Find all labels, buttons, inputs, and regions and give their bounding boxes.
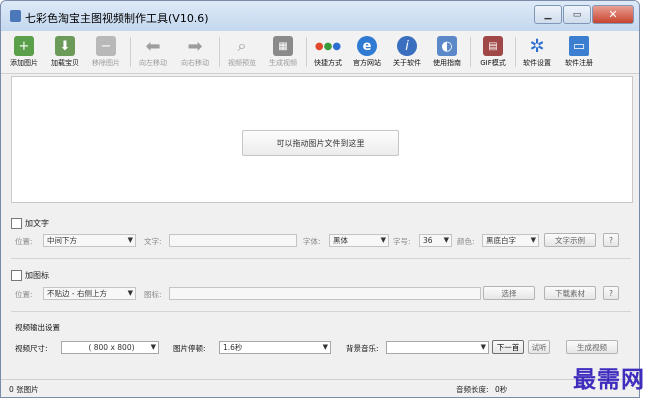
add-text-checkbox[interactable] <box>11 217 22 229</box>
guide-icon: ◐ <box>437 36 457 56</box>
preview-video-button[interactable]: ⌕ 视频预览 <box>222 33 262 71</box>
toolbar-separator <box>130 37 131 67</box>
text-help-button[interactable]: ? <box>603 233 619 247</box>
chevron-down-icon: ▼ <box>127 289 133 297</box>
audio-duration-value: 0秒 <box>495 385 508 394</box>
monitor-icon: ▭ <box>569 36 589 56</box>
chevron-down-icon: ▼ <box>380 236 386 244</box>
move-right-button[interactable]: ➡ 向右移动 <box>175 33 215 71</box>
output-settings-heading: 视频输出设置 <box>15 323 60 332</box>
section-divider <box>11 311 631 312</box>
section-divider <box>11 258 631 259</box>
generate-video-toolbar-button[interactable]: ▦ 生成视频 <box>263 33 303 71</box>
window-title: 七彩色淘宝主图视频制作工具(V10.6) <box>25 12 209 25</box>
magnifier-icon: ⌕ <box>237 36 247 55</box>
chevron-down-icon: ▼ <box>127 236 133 244</box>
title-bar[interactable]: 七彩色淘宝主图视频制作工具(V10.6) ▁ ▭ ✕ <box>1 1 639 31</box>
add-logo-checkbox[interactable] <box>11 269 22 281</box>
gif-icon: ▤ <box>483 36 503 56</box>
font-select[interactable]: 黑体 ▼ <box>329 234 389 247</box>
image-drop-area[interactable]: 可以拖动图片文件到这里 <box>11 76 633 203</box>
add-text-row: 加文字 <box>11 215 49 231</box>
choose-logo-button[interactable]: 选择 <box>483 286 535 300</box>
font-size-label: 字号: <box>393 237 411 246</box>
window-controls: ▁ ▭ ✕ <box>533 5 634 24</box>
download-material-button[interactable]: 下载素材 <box>544 286 596 300</box>
arrow-right-icon: ➡ <box>187 35 203 57</box>
logo-position-select[interactable]: 不贴边 - 右侧上方 ▼ <box>43 287 136 300</box>
about-button[interactable]: i 关于软件 <box>387 33 427 71</box>
text-position-label: 位置: <box>15 237 33 246</box>
text-content-input[interactable] <box>169 234 297 247</box>
move-left-button[interactable]: ⬅ 向左移动 <box>133 33 173 71</box>
chevron-down-icon: ▼ <box>150 343 156 351</box>
listen-button[interactable]: 试听 <box>528 340 550 354</box>
browser-icon: e <box>357 36 377 56</box>
shortcut-button[interactable]: ● ● ● 快捷方式 <box>308 33 348 71</box>
add-image-button[interactable]: + 添加图片 <box>4 33 44 71</box>
load-item-button[interactable]: ⬇ 加载宝贝 <box>45 33 85 71</box>
close-button[interactable]: ✕ <box>592 5 634 24</box>
settings-icon: ✲ <box>529 35 545 57</box>
toolbar-separator <box>515 37 516 67</box>
chevron-down-icon: ▼ <box>322 343 328 351</box>
guide-button[interactable]: ◐ 使用指南 <box>427 33 467 71</box>
gif-mode-button[interactable]: ▤ GIF模式 <box>473 33 513 71</box>
logo-file-input[interactable] <box>169 287 481 300</box>
app-icon <box>10 10 21 22</box>
toolbar-separator <box>470 37 471 67</box>
toolbar-separator <box>306 37 307 67</box>
remove-image-icon: − <box>96 36 116 56</box>
logo-file-label: 图标: <box>144 290 162 299</box>
audio-duration-label: 音频长度: <box>456 385 489 394</box>
text-content-label: 文字: <box>144 237 162 246</box>
remove-image-button[interactable]: − 移除图片 <box>86 33 126 71</box>
chevron-down-icon: ▼ <box>480 343 486 351</box>
font-size-select[interactable]: 36 ▼ <box>419 234 452 247</box>
video-size-select[interactable]: ( 800 x 800) ▼ <box>61 341 159 354</box>
logo-help-button[interactable]: ? <box>603 286 619 300</box>
text-position-select[interactable]: 中间下方 ▼ <box>43 234 136 247</box>
drop-hint-button[interactable]: 可以拖动图片文件到这里 <box>242 130 399 156</box>
chevron-down-icon: ▼ <box>530 236 536 244</box>
load-item-icon: ⬇ <box>55 36 75 56</box>
shortcut-icon: ● ● ● <box>314 40 342 52</box>
image-pause-label: 图片停顿: <box>173 344 206 353</box>
add-text-label: 加文字 <box>25 218 49 228</box>
next-track-button[interactable]: 下一首 <box>492 340 524 354</box>
logo-position-label: 位置: <box>15 290 33 299</box>
chevron-down-icon: ▼ <box>443 236 449 244</box>
status-bar: 0 张图片 音频长度: 0秒 <box>1 379 639 397</box>
image-pause-select[interactable]: 1.6秒 ▼ <box>219 341 331 354</box>
text-sample-button[interactable]: 文字示例 <box>544 233 596 247</box>
clapper-icon: ▦ <box>273 36 293 56</box>
arrow-left-icon: ⬅ <box>145 35 161 57</box>
toolbar: + 添加图片 ⬇ 加载宝贝 − 移除图片 ⬅ 向左移动 ➡ 向右移动 ⌕ 视频预… <box>1 31 639 74</box>
register-button[interactable]: ▭ 软件注册 <box>559 33 599 71</box>
settings-button[interactable]: ✲ 软件设置 <box>517 33 557 71</box>
background-music-label: 背景音乐: <box>346 344 379 353</box>
add-logo-row: 加图标 <box>11 267 49 283</box>
generate-video-button[interactable]: 生成视频 <box>566 340 618 354</box>
color-label: 颜色: <box>457 237 475 246</box>
background-music-select[interactable]: ▼ <box>386 341 489 354</box>
minimize-button[interactable]: ▁ <box>534 5 562 24</box>
info-icon: i <box>397 36 417 56</box>
maximize-button[interactable]: ▭ <box>563 5 591 24</box>
font-label: 字体: <box>303 237 321 246</box>
image-count: 0 张图片 <box>9 385 39 394</box>
color-select[interactable]: 黑底白字 ▼ <box>482 234 539 247</box>
app-window: 七彩色淘宝主图视频制作工具(V10.6) ▁ ▭ ✕ + 添加图片 ⬇ 加载宝贝… <box>0 0 640 398</box>
toolbar-separator <box>219 37 220 67</box>
watermark: 最需网 <box>573 366 645 393</box>
official-site-button[interactable]: e 官方网站 <box>347 33 387 71</box>
video-size-label: 视频尺寸: <box>15 344 48 353</box>
add-image-icon: + <box>14 36 34 56</box>
add-logo-label: 加图标 <box>25 270 49 280</box>
